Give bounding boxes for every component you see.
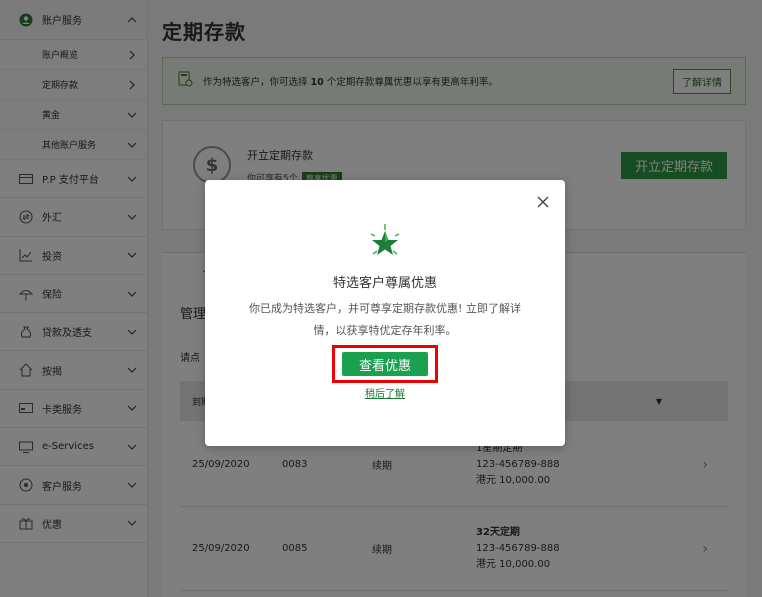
highlight-box: 查看优惠 (332, 345, 438, 383)
modal-body: 你已成为特选客户，并可尊享定期存款优惠! 立即了解详 情，以获享特优定存年利率。 (235, 298, 535, 342)
modal-body-line: 情，以获享特优定存年利率。 (313, 324, 457, 337)
learn-later-link[interactable]: 稍后了解 (205, 385, 565, 400)
modal-body-line: 你已成为特选客户，并可尊享定期存款优惠! 立即了解详 (249, 302, 521, 315)
view-offer-button[interactable]: 查看优惠 (342, 352, 428, 376)
star-icon (365, 222, 405, 262)
close-icon[interactable] (535, 194, 551, 210)
modal-title: 特选客户尊属优惠 (332, 276, 437, 291)
offer-modal: 特选客户尊属优惠 你已成为特选客户，并可尊享定期存款优惠! 立即了解详 情，以获… (205, 180, 565, 446)
